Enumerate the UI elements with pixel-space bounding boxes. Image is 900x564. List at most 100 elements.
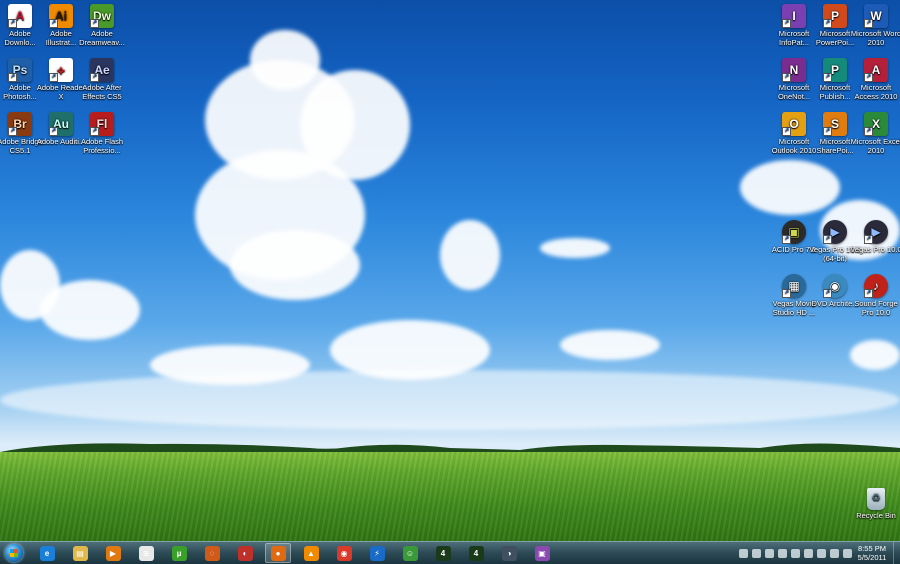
app-icon: ◑ [501,545,517,561]
taskbar-app-7[interactable]: ◐ [232,543,258,563]
shortcut-arrow-icon: ↗ [782,289,791,298]
vegas-pro-64-icon: ▶ ↗ [823,220,847,244]
taskbar-vlc[interactable]: ▲ [298,543,324,563]
desktop-icon[interactable]: A ↗ Microsoft Access 2010 [850,58,900,101]
taskbar-media-player[interactable]: ▶ [100,543,126,563]
volume-icon[interactable] [843,548,852,558]
illustrator-icon: Ai ↗ [49,4,73,28]
shortcut-arrow-icon: ↗ [864,235,873,244]
app-icon: ◐ [237,545,253,561]
taskbar-firefox[interactable]: ● [265,543,291,563]
desktop-icon-label: Sound Forge Pro 10.0 [854,300,898,317]
system-tray [739,547,852,559]
shortcut-arrow-icon: ↗ [864,127,873,136]
tray-app-icon[interactable] [830,548,839,558]
firefox-icon: ● [270,545,286,561]
taskbar-app-16[interactable]: ▣ [529,543,555,563]
desktop-icon[interactable]: Dw ↗ Adobe Dreamweav... [76,4,128,47]
photoshop-icon: Ps ↗ [8,58,32,82]
tray-app-icon[interactable] [765,548,774,558]
clock[interactable]: 8:55 PM 5/5/2011 [852,544,892,562]
taskbar-utorrent[interactable]: µ [166,543,192,563]
vegas-pro-icon: ▶ ↗ [864,220,888,244]
media-player-icon: ▶ [105,545,121,561]
shortcut-arrow-icon: ↗ [782,19,791,28]
taskbar-internet-explorer[interactable]: e [34,543,60,563]
taskbar-messenger[interactable]: ☺ [397,543,423,563]
show-desktop-button[interactable] [893,542,900,564]
taskbar-app-15[interactable]: ◑ [496,543,522,563]
onenote-icon: N ↗ [782,58,806,82]
chrome-icon: ◉ [336,545,352,561]
desktop-icon[interactable]: ♪ ↗ Sound Forge Pro 10.0 [850,274,900,317]
taskbar-app-13[interactable]: 4 [430,543,456,563]
folder-icon: ▤ [72,545,88,561]
sharepoint-icon: S ↗ [823,112,847,136]
tray-flag-icon[interactable] [778,548,787,558]
clock-date: 5/5/2011 [857,553,887,562]
desktop-icon[interactable]: Ae ↗ Adobe After Effects CS5 [76,58,128,101]
shortcut-arrow-icon: ↗ [864,73,873,82]
shortcut-arrow-icon: ↗ [823,235,832,244]
taskbar-chrome[interactable]: ◉ [331,543,357,563]
adobe-reader-icon: ⟡ ↗ [49,58,73,82]
taskbar-app-14[interactable]: 4 [463,543,489,563]
shortcut-arrow-icon: ↗ [90,127,99,136]
access-icon: A ↗ [864,58,888,82]
shortcut-arrow-icon: ↗ [49,19,58,28]
taskbar-app-6[interactable]: ◌ [199,543,225,563]
taskbar-app-11[interactable]: ⚡ [364,543,390,563]
desktop-icon-label: Adobe Flash Professio... [80,138,124,155]
shortcut-arrow-icon: ↗ [8,127,17,136]
internet-explorer-icon: e [39,545,55,561]
shortcut-arrow-icon: ↗ [8,73,17,82]
desktop-icon-label: Microsoft Word 2010 [850,30,900,47]
desktop-icon[interactable]: Fl ↗ Adobe Flash Professio... [76,112,128,155]
app-icon: ≋ [138,545,154,561]
recycle-bin[interactable]: ♻ Recycle Bin [850,488,900,521]
adobe-download-icon: A ↗ [8,4,32,28]
desktop[interactable] [0,0,900,541]
desktop-icon[interactable]: X ↗ Microsoft Excel 2010 [850,112,900,155]
infopath-icon: I ↗ [782,4,806,28]
flash-icon: Fl ↗ [90,112,114,136]
tray-app-icon[interactable] [791,548,800,558]
desktop-icon-label: Adobe Dreamweav... [79,30,125,47]
app-icon: ◌ [204,545,220,561]
desktop-icon-label: Microsoft Access 2010 [854,84,898,101]
app-icon: ▣ [534,545,550,561]
desktop-icon-label: Vegas Pro 10.0 [850,246,900,254]
desktop-icon-label: Microsoft Excel 2010 [850,138,900,155]
vegas-movie-studio-icon: ▦ ↗ [782,274,806,298]
recycle-bin-icon: ♻ [867,488,885,510]
shortcut-arrow-icon: ↗ [864,289,873,298]
shortcut-arrow-icon: ↗ [823,289,832,298]
shortcut-arrow-icon: ↗ [49,73,58,82]
taskbar-app-4[interactable]: ≋ [133,543,159,563]
network-icon[interactable] [804,548,813,558]
windows-start-orb-icon [5,544,23,562]
shortcut-arrow-icon: ↗ [49,127,58,136]
outlook-icon: O ↗ [782,112,806,136]
app-icon: 4 [468,545,484,561]
dreamweaver-icon: Dw ↗ [90,4,114,28]
shortcut-arrow-icon: ↗ [90,73,99,82]
shortcut-arrow-icon: ↗ [864,19,873,28]
utorrent-icon: µ [171,545,187,561]
desktop-icon[interactable]: ▶ ↗ Vegas Pro 10.0 [850,220,900,255]
tray-app-icon[interactable] [817,548,826,558]
app-icon: ⚡ [369,545,385,561]
bridge-icon: Br ↗ [8,112,32,136]
excel-icon: X ↗ [864,112,888,136]
shortcut-arrow-icon: ↗ [782,235,791,244]
tray-expand-icon[interactable] [739,548,748,558]
desktop-icon-label: Adobe After Effects CS5 [82,84,122,101]
tray-app-icon[interactable] [752,548,761,558]
desktop-icon[interactable]: W ↗ Microsoft Word 2010 [850,4,900,47]
app-icon: 4 [435,545,451,561]
start-button[interactable] [2,542,26,564]
taskbar-windows-explorer[interactable]: ▤ [67,543,93,563]
shortcut-arrow-icon: ↗ [782,73,791,82]
messenger-icon: ☺ [402,545,418,561]
grass-field [0,452,900,541]
